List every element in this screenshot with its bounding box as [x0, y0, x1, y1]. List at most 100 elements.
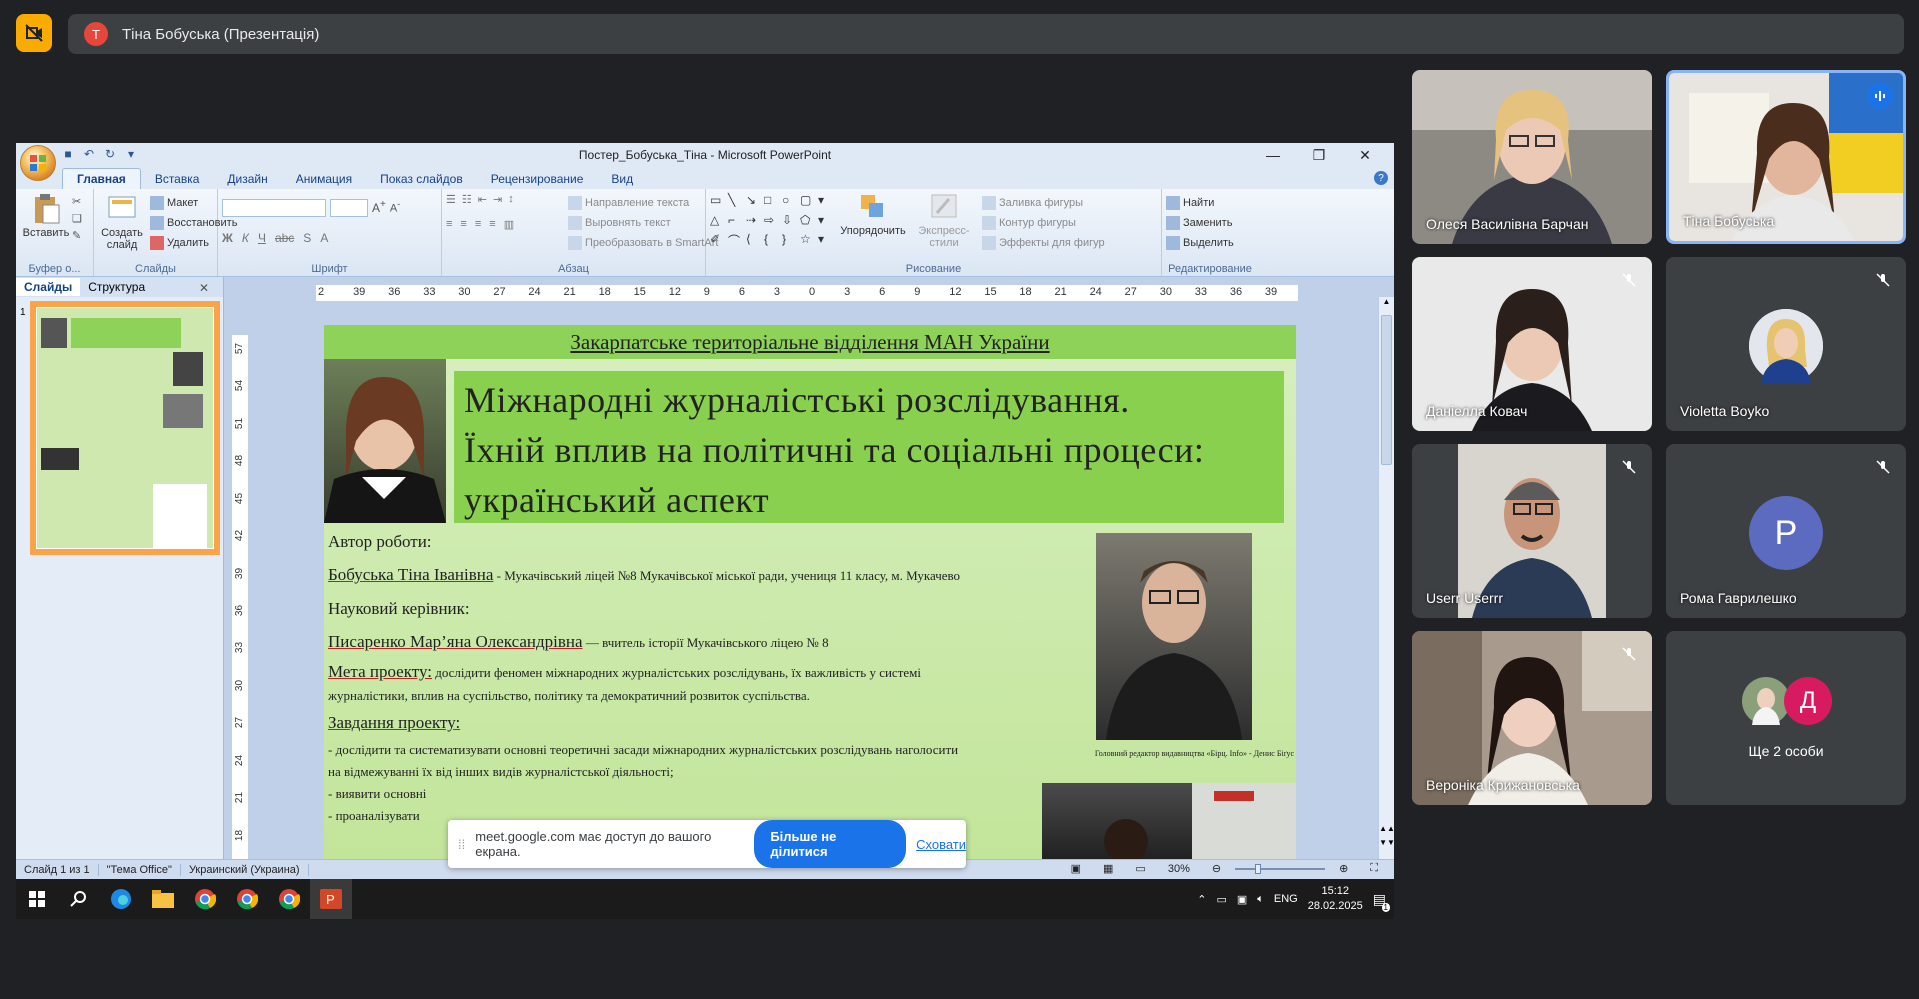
down-arrow-shape-icon[interactable]: ⇩ [782, 213, 798, 231]
bullets-icon[interactable]: ☰ [446, 193, 456, 206]
stop-sharing-button[interactable]: Більше не ділитися [754, 820, 907, 868]
edge-icon[interactable] [100, 879, 142, 919]
rect-shape-icon[interactable]: □ [764, 193, 780, 211]
select-button[interactable]: Выделить [1166, 233, 1254, 253]
elbow-shape-icon[interactable]: ⌐ [728, 213, 744, 231]
quick-styles-button[interactable]: Экспресс-стили [908, 191, 980, 249]
close-icon[interactable]: ✕ [1342, 143, 1388, 167]
line-spacing-icon[interactable]: ↕ [508, 193, 514, 206]
camera-off-button[interactable] [16, 14, 52, 52]
help-icon[interactable]: ? [1374, 171, 1388, 185]
network-icon[interactable]: ▣ [1237, 893, 1247, 906]
hide-notice-link[interactable]: Сховати [916, 837, 966, 852]
presentation-banner[interactable]: T Тіна Бобуська (Презентація) [68, 14, 1904, 54]
replace-button[interactable]: Заменить [1166, 213, 1254, 233]
cut-icon[interactable]: ✂ [72, 195, 82, 208]
powerpoint-icon[interactable]: P [310, 879, 352, 919]
minimize-icon[interactable]: — [1250, 143, 1296, 167]
shadow-icon[interactable]: S [303, 231, 311, 245]
tab-review[interactable]: Рецензирование [477, 169, 598, 189]
office-button[interactable] [20, 145, 56, 181]
drag-handle-icon[interactable]: ⁞⁞ [458, 837, 465, 852]
clock[interactable]: 15:12 28.02.2025 [1308, 884, 1363, 914]
align-left-icon[interactable]: ≡ [446, 218, 452, 231]
tab-insert[interactable]: Вставка [141, 169, 214, 189]
paste-button[interactable]: Вставить [20, 193, 72, 239]
restore-icon[interactable]: ❐ [1296, 143, 1342, 167]
shapes-gallery[interactable]: ▭ ╲ ↘ □ ○ ▢ ▾ △ ⌐ ⇢ ⇨ ⇩ ⬠ ▾ ✐ ⌒ ⟨{} ☆ ▾ [710, 193, 838, 253]
zoom-level[interactable]: 30% [1160, 863, 1198, 875]
right-arrow-shape-icon[interactable]: ⇨ [764, 213, 780, 231]
font-name-select[interactable] [222, 199, 326, 217]
columns-icon[interactable]: ▥ [504, 218, 514, 231]
participant-tile[interactable]: Вероніка Крижановська [1412, 631, 1652, 805]
numbering-icon[interactable]: ☷ [462, 193, 472, 206]
participant-tile[interactable]: P Рома Гаврилешко [1666, 444, 1906, 618]
find-button[interactable]: Найти [1166, 193, 1254, 213]
font-color-icon[interactable]: A [320, 231, 328, 245]
format-painter-icon[interactable]: ✎ [72, 229, 82, 242]
battery-icon[interactable]: ▭ [1216, 893, 1226, 906]
sorter-view-icon[interactable]: ▦ [1095, 862, 1121, 875]
slide-canvas[interactable]: Закарпатське територіальне відділення МА… [324, 325, 1296, 859]
brace-shape-icon[interactable]: { [764, 232, 780, 253]
scroll-shapes-icon[interactable]: ▾ [818, 213, 834, 231]
zoom-slider[interactable] [1235, 863, 1326, 874]
justify-icon[interactable]: ≡ [489, 218, 495, 231]
slideshow-view-icon[interactable]: ▭ [1127, 862, 1153, 875]
zoom-slider-thumb[interactable] [1255, 863, 1262, 874]
participant-tile[interactable]: Олеся Василівна Барчан [1412, 70, 1652, 244]
chrome-icon[interactable] [268, 879, 310, 919]
oval-shape-icon[interactable]: ○ [782, 193, 798, 211]
align-center-icon[interactable]: ≡ [460, 218, 466, 231]
copy-icon[interactable]: ❏ [72, 212, 82, 225]
underline-icon[interactable]: Ч [258, 231, 266, 245]
tab-animation[interactable]: Анимация [282, 169, 366, 189]
tray-chevron-icon[interactable]: ⌃ [1197, 893, 1206, 906]
file-explorer-icon[interactable] [142, 879, 184, 919]
chrome-icon[interactable] [226, 879, 268, 919]
search-icon[interactable] [58, 879, 100, 919]
pentagon-shape-icon[interactable]: ⬠ [800, 213, 816, 231]
rounded-shape-icon[interactable]: ▢ [800, 193, 816, 211]
zoom-in-icon[interactable]: ⊕ [1331, 862, 1356, 875]
tab-slideshow[interactable]: Показ слайдов [366, 169, 477, 189]
star-shape-icon[interactable]: ☆ [800, 232, 816, 253]
bold-icon[interactable]: Ж [222, 231, 233, 245]
align-right-icon[interactable]: ≡ [475, 218, 481, 231]
curve-shape-icon[interactable]: ⌒ [728, 232, 744, 253]
connector-shape-icon[interactable]: ⇢ [746, 213, 762, 231]
notifications-icon[interactable]: ▤ 1 [1373, 891, 1390, 912]
close-pane-icon[interactable]: ✕ [191, 279, 217, 297]
shape-effects-button[interactable]: Эффекты для фигур [982, 233, 1105, 253]
fit-slide-icon[interactable]: ⛶ [1362, 862, 1386, 875]
participant-tile[interactable]: Violetta Boyko [1666, 257, 1906, 431]
zoom-out-icon[interactable]: ⊖ [1204, 862, 1229, 875]
textbox-shape-icon[interactable]: ▭ [710, 193, 726, 211]
text-direction-button[interactable]: Направление текста [568, 193, 718, 213]
tab-home[interactable]: Главная [62, 168, 141, 189]
grow-font-icon[interactable]: A+ [372, 199, 386, 217]
scroll-up-icon[interactable]: ▲ [1379, 297, 1394, 311]
participant-tile[interactable]: Даніелла Ковач [1412, 257, 1652, 431]
freeform-shape-icon[interactable]: ✐ [710, 232, 726, 253]
input-language[interactable]: ENG [1274, 893, 1298, 905]
tab-slides-pane[interactable]: Слайды [16, 278, 81, 296]
tab-outline-pane[interactable]: Структура [80, 278, 153, 296]
more-participants-tile[interactable]: Д Ще 2 особи [1666, 631, 1906, 805]
arrange-button[interactable]: Упорядочить [840, 191, 906, 237]
triangle-shape-icon[interactable]: △ [710, 213, 726, 231]
arrow-shape-icon[interactable]: ↘ [746, 193, 762, 211]
tab-design[interactable]: Дизайн [213, 169, 281, 189]
smartart-button[interactable]: Преобразовать в SmartArt [568, 233, 718, 253]
shape-fill-button[interactable]: Заливка фигуры [982, 193, 1105, 213]
line-shape-icon[interactable]: ╲ [728, 193, 744, 211]
scroll-thumb[interactable] [1381, 315, 1392, 465]
shrink-font-icon[interactable]: A- [390, 199, 400, 217]
volume-icon[interactable]: 🔈︎ [1257, 893, 1264, 906]
chrome-icon[interactable] [184, 879, 226, 919]
strike-icon[interactable]: abc [275, 231, 294, 245]
vertical-scrollbar[interactable]: ▲ ▲▲ ▼▼ [1378, 297, 1394, 859]
indent-icon[interactable]: ⇤ [478, 193, 487, 206]
prev-slide-icon[interactable]: ▲▲ [1379, 824, 1394, 833]
